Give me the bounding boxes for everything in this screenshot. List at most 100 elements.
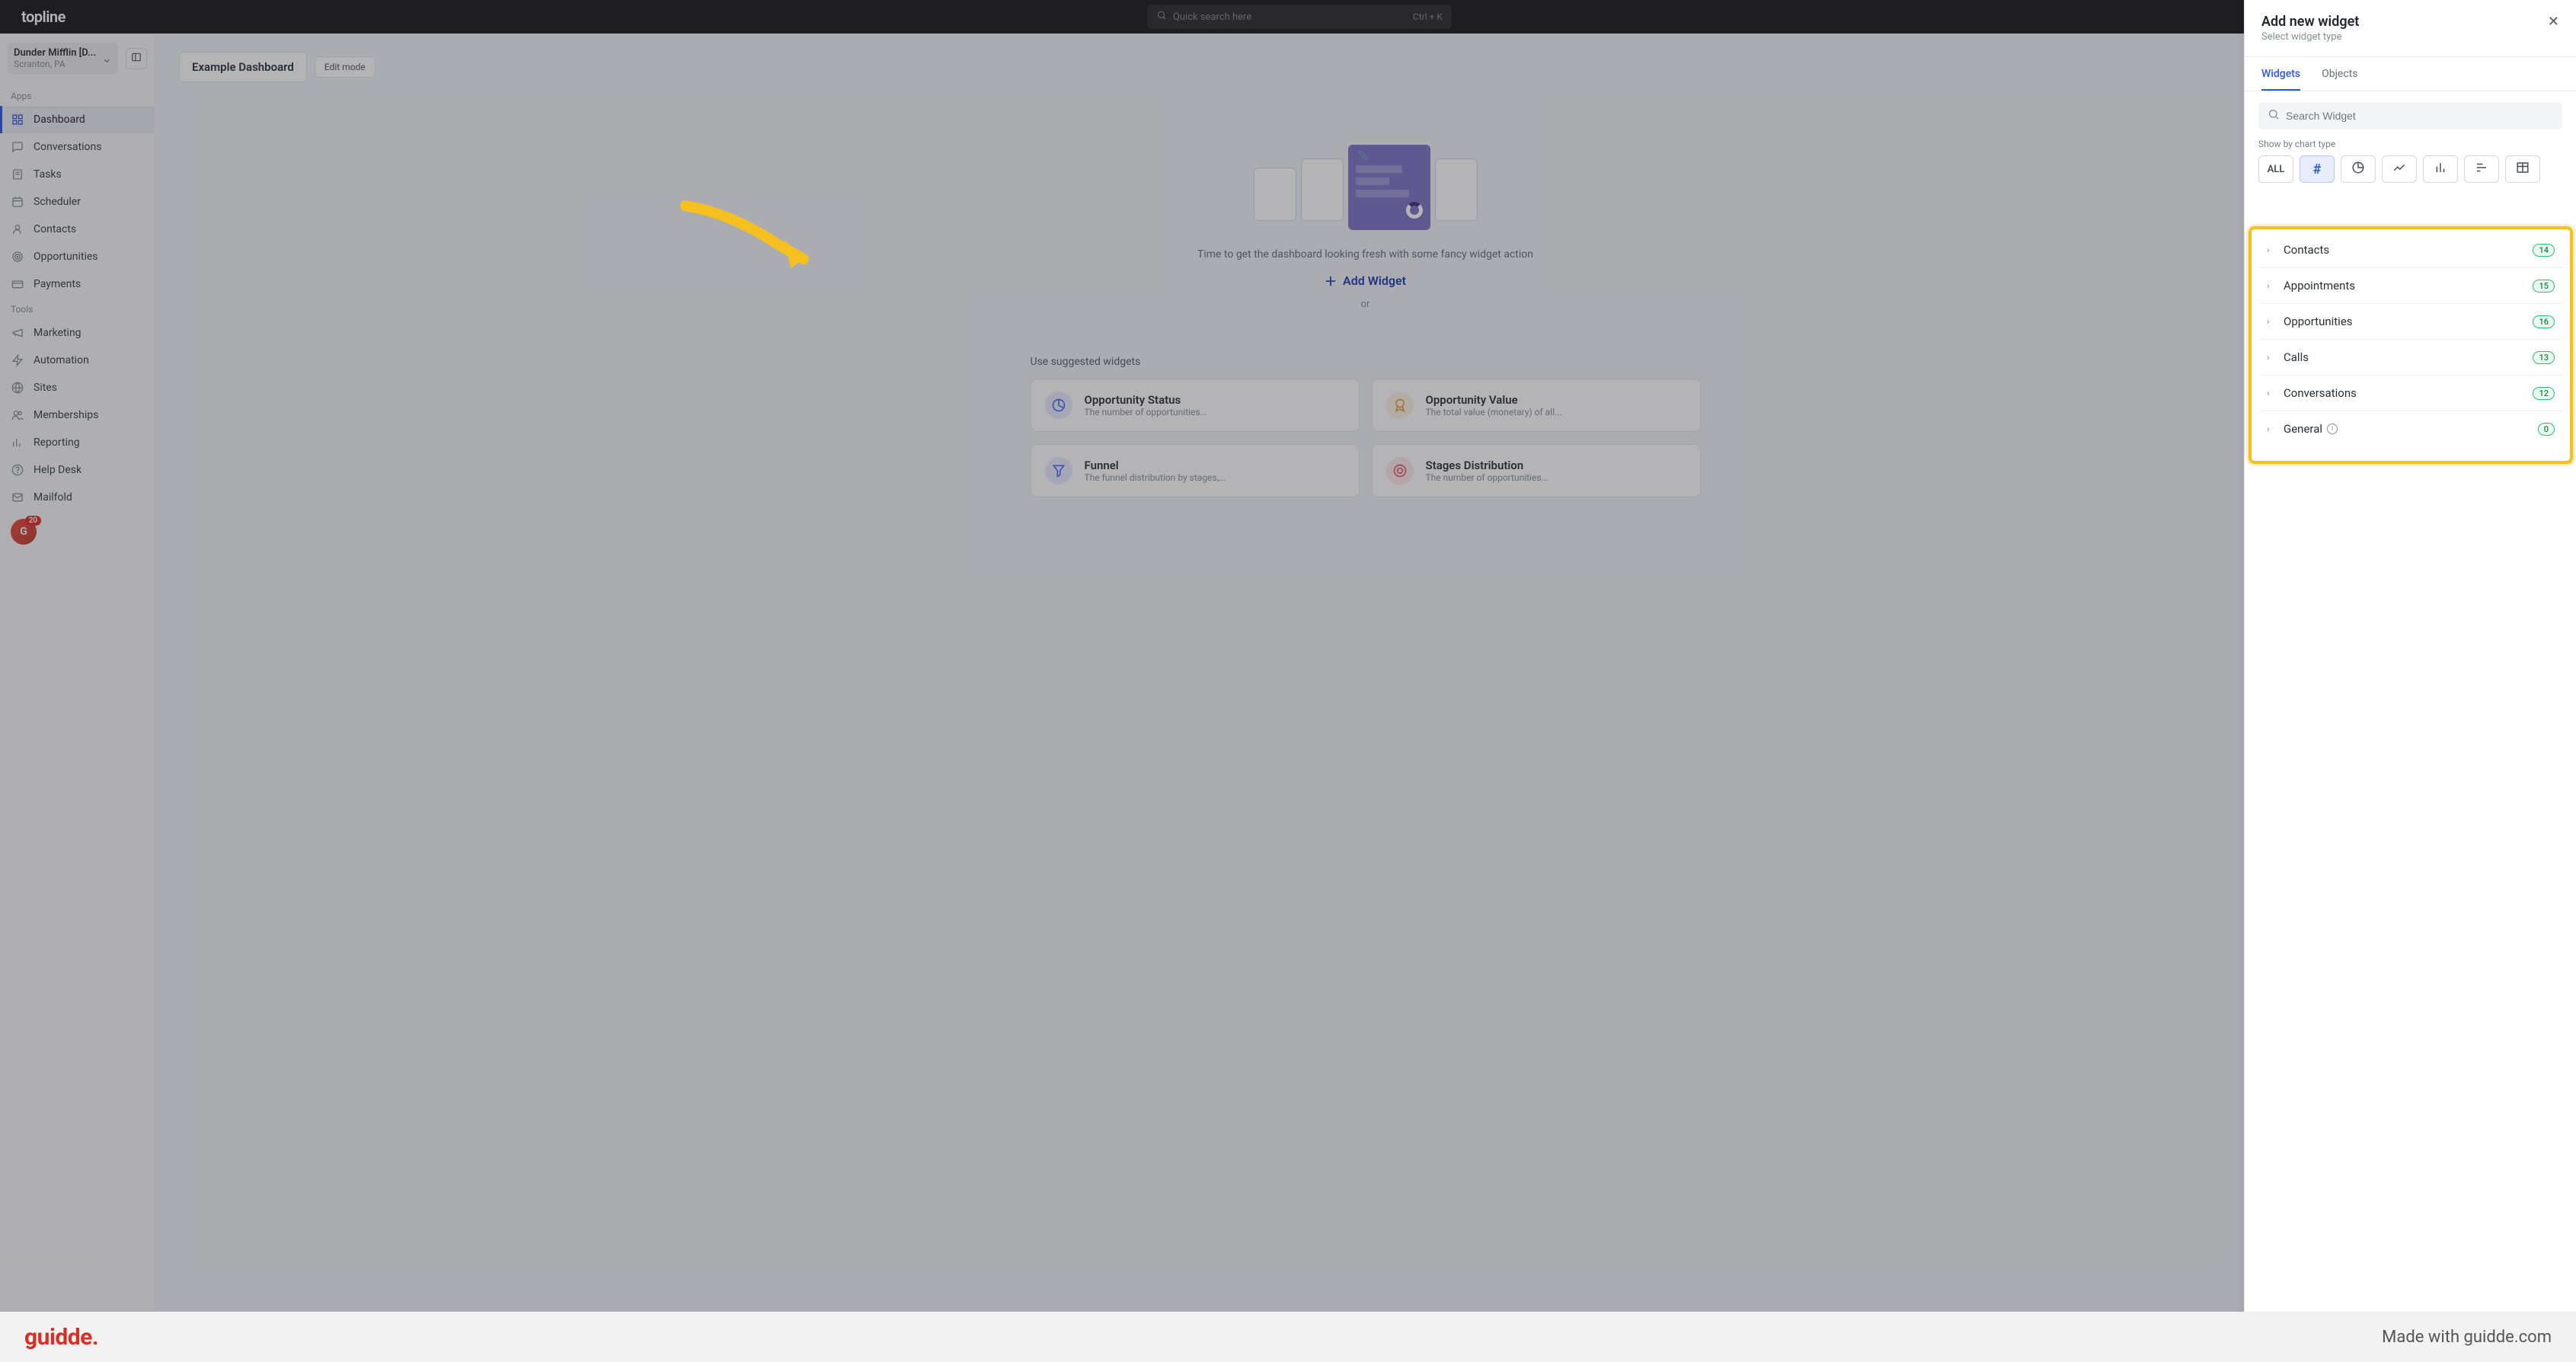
- sidebar-item-label: Dashboard: [34, 114, 85, 126]
- category-opportunities[interactable]: › Opportunities 16: [2259, 304, 2562, 340]
- user-avatar[interactable]: G 20: [11, 519, 37, 545]
- table-icon: [2516, 161, 2530, 177]
- suggest-card-stages-distribution[interactable]: Stages Distribution The number of opport…: [1372, 444, 1701, 497]
- calendar-icon: [11, 195, 24, 209]
- sidebar-item-marketing[interactable]: Marketing: [0, 319, 155, 347]
- or-divider: or: [1361, 299, 1370, 310]
- add-widget-panel: Add new widget Select widget type ✕ Widg…: [2244, 0, 2576, 1362]
- add-widget-label: Add Widget: [1343, 273, 1406, 288]
- suggest-card-funnel[interactable]: Funnel The funnel distribution by stages…: [1031, 444, 1360, 497]
- category-calls[interactable]: › Calls 13: [2259, 340, 2562, 376]
- sidebar-item-helpdesk[interactable]: Help Desk: [0, 456, 155, 484]
- guidde-logo: guidde.: [24, 1324, 98, 1351]
- category-name: Opportunities: [2284, 315, 2525, 328]
- chart-type-line[interactable]: [2382, 155, 2417, 183]
- help-icon: [11, 463, 24, 477]
- dashboard-icon: [11, 113, 24, 126]
- quick-search[interactable]: Quick search here Ctrl + K: [1147, 5, 1452, 29]
- chart-type-donut[interactable]: [2341, 155, 2376, 183]
- sidebar-item-opportunities[interactable]: Opportunities: [0, 243, 155, 270]
- annotation-highlight: › Contacts 14 › Appointments 15 › Opport…: [2248, 226, 2573, 464]
- category-count: 12: [2533, 387, 2555, 400]
- add-widget-button[interactable]: ＋ Add Widget: [1325, 271, 1406, 289]
- sidebar-section-tools: Tools: [0, 298, 155, 319]
- tab-widgets[interactable]: Widgets: [2261, 68, 2300, 91]
- chart-type-table[interactable]: [2505, 155, 2540, 183]
- badge-icon: [1386, 392, 1414, 419]
- sidebar-item-tasks[interactable]: Tasks: [0, 161, 155, 188]
- sidebar-item-label: Opportunities: [34, 251, 98, 263]
- card-title: Stages Distribution: [1426, 459, 1686, 472]
- sidebar-item-label: Memberships: [34, 409, 98, 421]
- donut-icon: [2351, 161, 2365, 177]
- dashboard-title[interactable]: Example Dashboard: [179, 52, 307, 82]
- sidebar-item-label: Automation: [34, 354, 89, 366]
- category-conversations[interactable]: › Conversations 12: [2259, 376, 2562, 411]
- category-appointments[interactable]: › Appointments 15: [2259, 268, 2562, 304]
- chart-type-hbar[interactable]: [2464, 155, 2499, 183]
- plus-icon: ＋: [1325, 271, 1337, 289]
- tenant-switcher[interactable]: Dunder Mifflin [D... Scranton, PA ⌄: [8, 43, 147, 74]
- card-desc: The total value (monetary) of all...: [1426, 407, 1686, 417]
- sidebar-item-dashboard[interactable]: Dashboard: [0, 106, 155, 133]
- category-name: Contacts: [2284, 243, 2525, 257]
- sidebar-item-label: Marketing: [34, 327, 81, 339]
- bar-icon: [2434, 161, 2447, 177]
- category-contacts[interactable]: › Contacts 14: [2259, 232, 2562, 268]
- sidebar-item-automation[interactable]: Automation: [0, 347, 155, 374]
- widget-search-input[interactable]: [2286, 110, 2553, 122]
- sidebar-item-label: Conversations: [34, 141, 101, 153]
- category-name: Appointments: [2284, 279, 2525, 293]
- category-name: Calls: [2284, 350, 2525, 364]
- close-icon[interactable]: ✕: [2548, 14, 2559, 43]
- category-name: Generali: [2284, 422, 2530, 436]
- funnel-icon: [1045, 457, 1072, 484]
- chevron-right-icon: ›: [2267, 352, 2276, 363]
- search-placeholder: Quick search here: [1173, 11, 1251, 23]
- card-icon: [11, 277, 24, 291]
- category-count: 15: [2533, 280, 2555, 293]
- widget-search[interactable]: [2258, 102, 2562, 129]
- panel-subtitle: Select widget type: [2261, 31, 2359, 43]
- edit-mode-button[interactable]: Edit mode: [315, 56, 376, 78]
- chart-type-number[interactable]: #: [2300, 155, 2335, 183]
- chat-icon: [11, 140, 24, 154]
- sidebar-item-label: Help Desk: [34, 464, 81, 476]
- card-title: Opportunity Status: [1085, 393, 1345, 407]
- widget-category-list: › Contacts 14 › Appointments 15 › Opport…: [2252, 229, 2570, 449]
- sidebar-item-scheduler[interactable]: Scheduler: [0, 188, 155, 216]
- notification-count: 20: [25, 516, 41, 526]
- chevron-down-icon: ⌄: [102, 51, 112, 66]
- panel-tabs: Widgets Objects: [2245, 57, 2576, 91]
- search-icon: [2268, 108, 2280, 123]
- suggest-card-opportunity-status[interactable]: Opportunity Status The number of opportu…: [1031, 379, 1360, 432]
- card-title: Opportunity Value: [1426, 393, 1686, 407]
- guidde-footer: guidde. Made with guidde.com: [0, 1312, 2576, 1362]
- panel-title: Add new widget: [2261, 14, 2359, 30]
- chevron-right-icon: ›: [2267, 424, 2276, 434]
- suggest-card-opportunity-value[interactable]: Opportunity Value The total value (monet…: [1372, 379, 1701, 432]
- made-with-text: Made with guidde.com: [2382, 1328, 2552, 1347]
- category-name: Conversations: [2284, 386, 2525, 400]
- chart-type-bar[interactable]: [2423, 155, 2458, 183]
- sidebar-item-contacts[interactable]: Contacts: [0, 216, 155, 243]
- suggested-widgets-section: Use suggested widgets Opportunity Status…: [1031, 356, 1701, 497]
- sidebar-item-reporting[interactable]: Reporting: [0, 429, 155, 456]
- sidebar-item-sites[interactable]: Sites: [0, 374, 155, 401]
- sidebar-item-conversations[interactable]: Conversations: [0, 133, 155, 161]
- sidebar: Dunder Mifflin [D... Scranton, PA ⌄ Apps…: [0, 34, 155, 1362]
- bolt-icon: [11, 353, 24, 367]
- category-count: 14: [2533, 244, 2555, 257]
- card-desc: The number of opportunities...: [1426, 472, 1686, 483]
- sidebar-item-label: Payments: [34, 278, 81, 290]
- category-general[interactable]: › Generali 0: [2259, 411, 2562, 446]
- sidebar-item-mailfold[interactable]: Mailfold: [0, 484, 155, 511]
- chevron-right-icon: ›: [2267, 245, 2276, 255]
- collapse-sidebar-button[interactable]: [126, 48, 147, 69]
- sidebar-item-label: Reporting: [34, 436, 80, 449]
- tab-objects[interactable]: Objects: [2322, 68, 2357, 91]
- sidebar-item-payments[interactable]: Payments: [0, 270, 155, 298]
- tenant-location: Scranton, PA: [14, 59, 99, 69]
- chart-type-all[interactable]: ALL: [2258, 155, 2293, 183]
- sidebar-item-memberships[interactable]: Memberships: [0, 401, 155, 429]
